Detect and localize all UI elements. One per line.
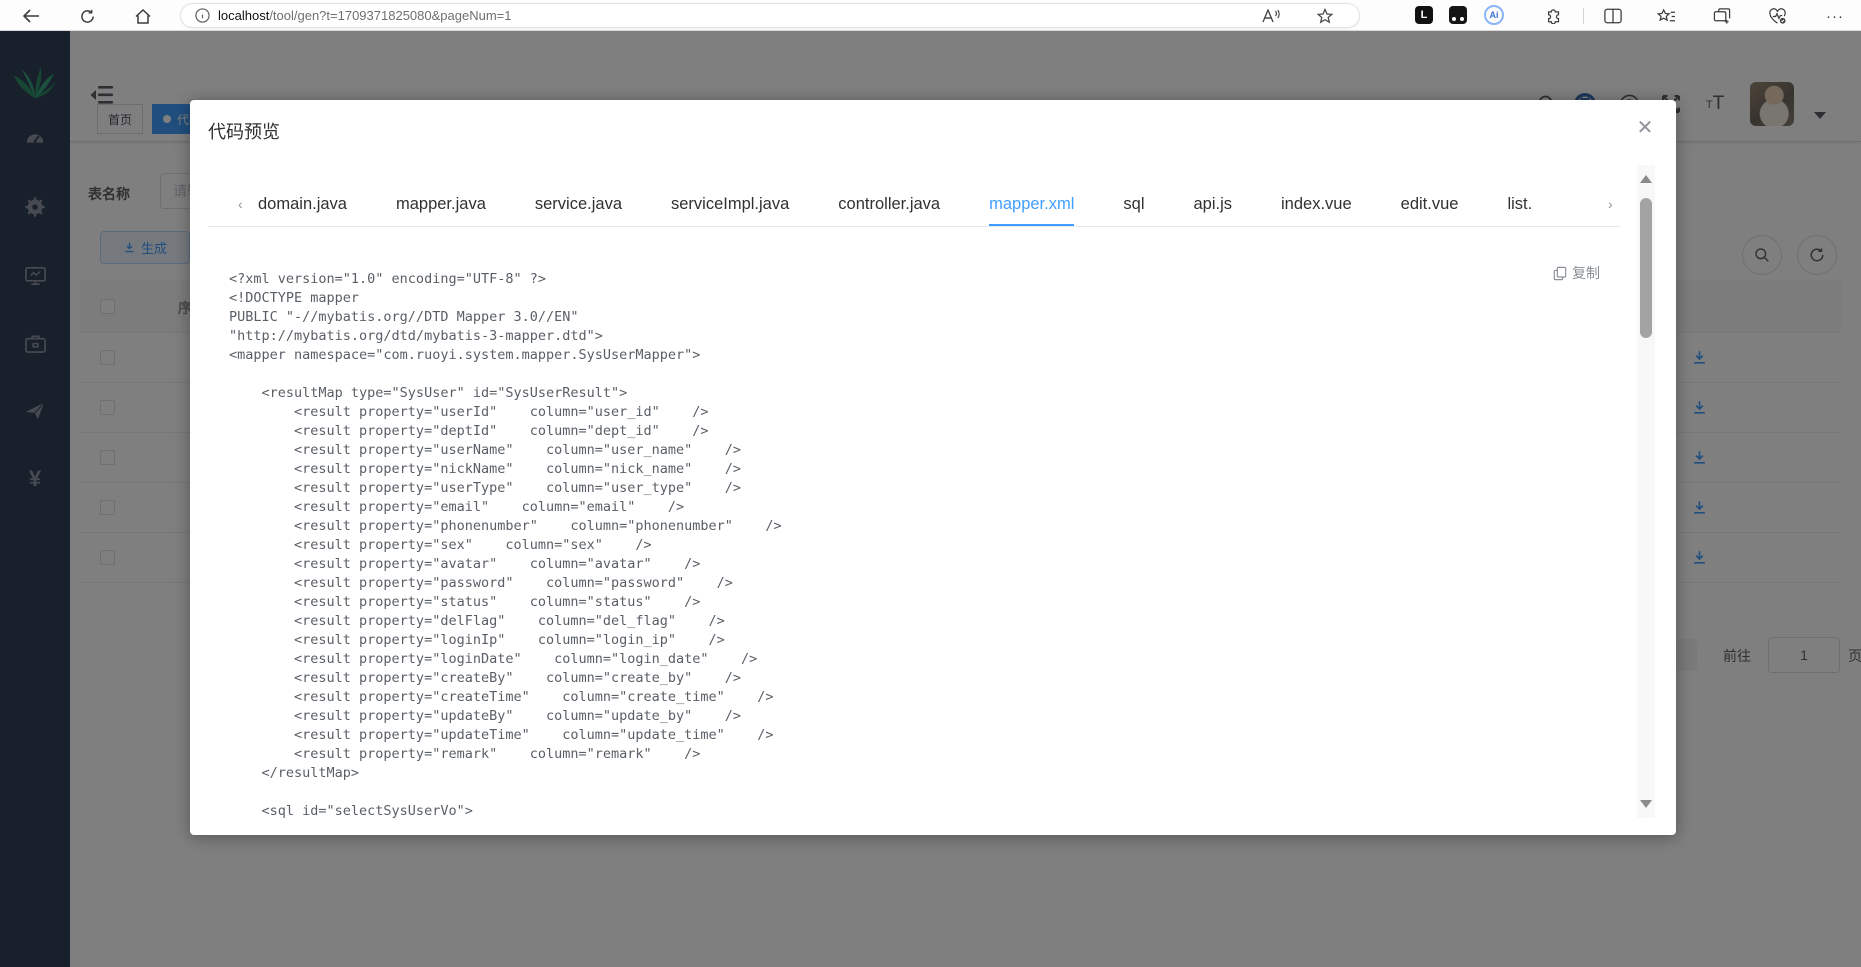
file-tab-edit-vue[interactable]: edit.vue [1401, 185, 1459, 226]
read-aloud-icon[interactable] [1259, 4, 1283, 28]
file-tab-mapper-java[interactable]: mapper.java [396, 185, 486, 226]
file-tab-controller-java[interactable]: controller.java [838, 185, 940, 226]
scrollbar-thumb[interactable] [1640, 198, 1652, 338]
collections-icon[interactable] [1711, 5, 1733, 27]
file-tab-mapper-xml[interactable]: mapper.xml [989, 185, 1075, 226]
browser-chrome: localhost/tool/gen?t=1709371825080&pageN… [0, 0, 1861, 31]
url-host: localhost [218, 8, 270, 23]
dark-extension-icon[interactable] [1449, 6, 1467, 24]
favorites-list-icon[interactable] [1655, 5, 1677, 27]
file-tab-serviceImpl-java[interactable]: serviceImpl.java [671, 185, 789, 226]
toolbar-divider [1583, 8, 1584, 24]
info-icon[interactable] [195, 8, 210, 23]
address-bar[interactable]: localhost/tool/gen?t=1709371825080&pageN… [180, 3, 1360, 28]
dialog-title: 代码预览 [208, 122, 280, 142]
tabs-next-icon[interactable]: › [1608, 196, 1613, 212]
extensions-puzzle-icon[interactable] [1544, 5, 1564, 25]
code-content: <?xml version="1.0" encoding="UTF-8" ?> … [229, 271, 782, 819]
more-menu-icon[interactable]: ··· [1822, 4, 1848, 28]
code-preview-dialog: 代码预览 ✕ ‹ domain.java mapper.java service.j… [190, 100, 1676, 835]
scroll-up-icon[interactable] [1640, 175, 1652, 183]
file-tab-list-[interactable]: list. [1507, 185, 1532, 226]
browser-essentials-icon[interactable] [1766, 5, 1788, 27]
tabs-prev-icon[interactable]: ‹ [238, 196, 243, 212]
l-extension-icon[interactable]: L [1415, 6, 1433, 24]
file-tab-api-js[interactable]: api.js [1193, 185, 1232, 226]
ai-extension-icon[interactable]: Ai [1484, 5, 1504, 25]
modal-scrollbar [1637, 165, 1655, 818]
split-screen-icon[interactable] [1602, 5, 1624, 27]
url-text[interactable]: localhost/tool/gen?t=1709371825080&pageN… [218, 8, 511, 23]
file-tab-bar: ‹ domain.java mapper.java service.java serv… [208, 185, 1620, 227]
file-tab-service-java[interactable]: service.java [535, 185, 622, 226]
home-icon[interactable] [130, 4, 156, 28]
file-tab-domain-java[interactable]: domain.java [258, 185, 347, 226]
file-tab-index-vue[interactable]: index.vue [1281, 185, 1352, 226]
favorite-star-icon[interactable] [1313, 4, 1337, 28]
screen: localhost/tool/gen?t=1709371825080&pageN… [0, 0, 1861, 967]
file-tab-sql[interactable]: sql [1123, 185, 1144, 226]
close-icon[interactable]: ✕ [1630, 112, 1660, 142]
app-viewport: ¥ 首页/系统工具/代码生成 TT 首页 代码生成 表名称 [0, 31, 1861, 967]
scroll-down-icon[interactable] [1640, 800, 1652, 808]
back-icon[interactable] [18, 4, 44, 28]
url-path: /tool/gen?t=1709371825080&pageNum=1 [269, 8, 512, 23]
refresh-icon[interactable] [74, 4, 100, 28]
modal-file-tabs: domain.java mapper.java service.java servic… [258, 185, 1532, 226]
